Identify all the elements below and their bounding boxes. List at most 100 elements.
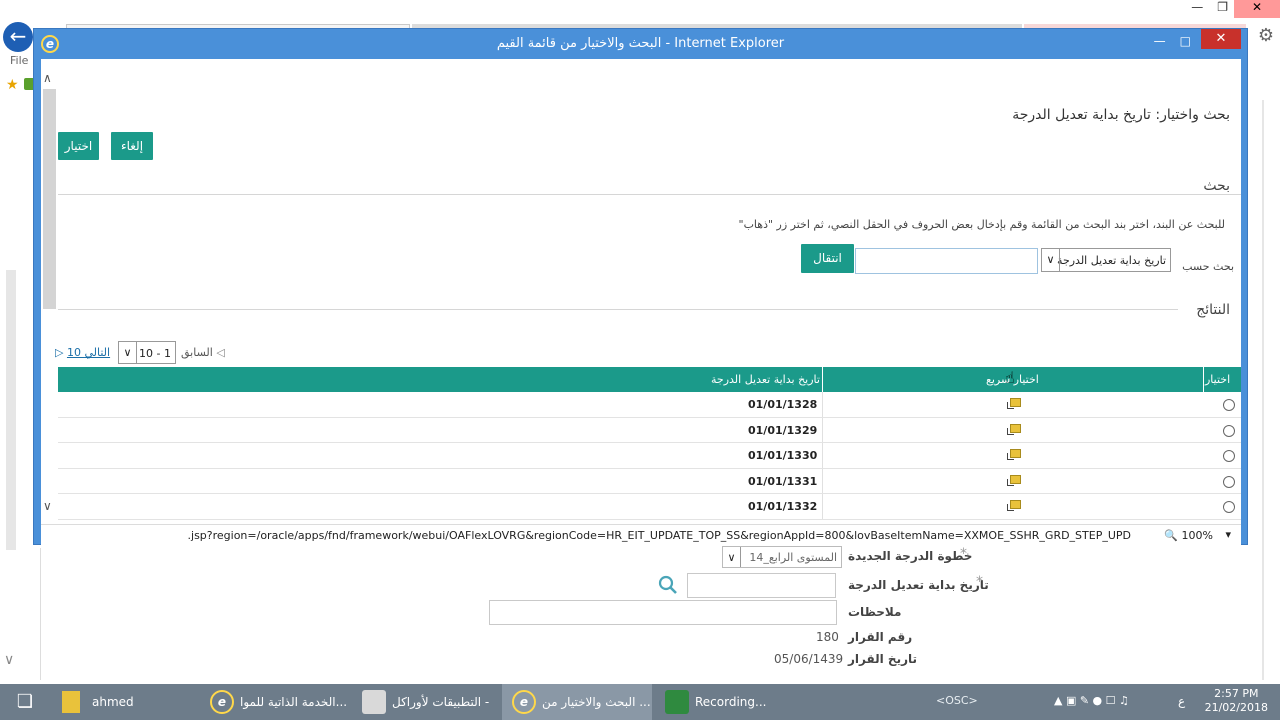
restore-icon[interactable]: ❐ xyxy=(1217,0,1228,14)
popup-window-title: البحث والاختيار من قائمة القيم - Interne… xyxy=(496,36,785,51)
divider xyxy=(58,309,1178,310)
zoom-dropdown-icon[interactable]: ▾ xyxy=(1225,528,1231,541)
taskbar-clock[interactable]: 2:57 PM 21/02/2018 xyxy=(1205,687,1268,715)
row-select-radio[interactable] xyxy=(1223,475,1235,488)
taskbar-item-folder[interactable]: ahmed xyxy=(52,684,197,720)
search-instructions: للبحث عن البند، اختر بند البحث من القائم… xyxy=(738,218,1225,231)
taskbar: ❏ ahmed e الخدمة الذاتية للموا... التطبي… xyxy=(0,684,1280,720)
table-row[interactable]: 01/01/1332 xyxy=(58,494,1241,520)
decision-number-label: رقم القرار xyxy=(848,630,913,644)
quick-select-icon[interactable] xyxy=(1007,398,1021,410)
internet-explorer-icon: e xyxy=(512,690,536,714)
row-date: 01/01/1332 xyxy=(748,500,818,513)
chevron-down-icon[interactable]: ∨ xyxy=(4,652,14,668)
table-row[interactable]: 01/01/1331 xyxy=(58,468,1241,494)
row-select-radio[interactable] xyxy=(1223,501,1235,513)
maximize-icon[interactable]: □ xyxy=(1180,29,1191,53)
bg-left-scrollbar[interactable] xyxy=(6,270,16,550)
row-select-radio[interactable] xyxy=(1223,399,1235,411)
vertical-scroll-thumb[interactable] xyxy=(43,89,56,309)
vertical-scrollbar[interactable]: ∧ ∨ xyxy=(41,59,58,524)
bg-close-icon[interactable]: ✕ xyxy=(1234,0,1280,18)
taskbar-item-ie-1[interactable]: e الخدمة الذاتية للموا... xyxy=(200,684,350,720)
popup-content: ∧ ∨ بحث واختيار: تاريخ بداية تعديل الدرج… xyxy=(41,59,1241,524)
chevron-down-icon: ∨ xyxy=(723,547,741,567)
zoom-level[interactable]: 🔍 100% xyxy=(1164,529,1213,542)
bg-frame-edge xyxy=(40,548,41,680)
table-row[interactable]: 01/01/1330 xyxy=(58,443,1241,469)
taskbar-item-recorder[interactable]: Recording... xyxy=(655,684,805,720)
quick-select-icon[interactable] xyxy=(1007,449,1021,461)
go-button[interactable]: انتقال xyxy=(801,244,854,273)
search-icon[interactable] xyxy=(658,575,678,595)
quick-select-icon[interactable] xyxy=(1007,474,1021,487)
menu-file[interactable]: File xyxy=(10,54,28,67)
row-select-radio[interactable] xyxy=(1223,424,1235,437)
windows-start-icon[interactable]: ❏ xyxy=(0,684,50,720)
lov-popup-window: e البحث والاختيار من قائمة القيم - Inter… xyxy=(33,28,1248,545)
pager-next[interactable]: ▷ 10 التالي xyxy=(55,346,110,359)
favorites-star-icon[interactable]: ★ xyxy=(6,77,19,93)
notes-row: ملاحظات xyxy=(848,605,901,619)
page-title: بحث واختيار: تاريخ بداية تعديل الدرجة xyxy=(1012,107,1230,123)
bg-right-edge xyxy=(1262,100,1264,680)
required-asterisk: * xyxy=(960,546,967,562)
popup-window-controls: — □ xyxy=(1154,29,1191,53)
quick-select-icon[interactable] xyxy=(1007,423,1021,436)
tray-icons[interactable]: ▲ ▣ ✎ ● ☐ ♫ xyxy=(1054,694,1129,707)
decision-date-row: تاريخ القرار xyxy=(848,652,917,666)
results-table-body: 01/01/1328 01/01/1329 01/01/1330 01/01/1… xyxy=(58,392,1241,520)
internet-explorer-icon: e xyxy=(41,35,59,53)
scroll-up-icon[interactable]: ∧ xyxy=(43,71,52,85)
table-row[interactable]: 01/01/1329 xyxy=(58,417,1241,443)
taskbar-item-ie-2[interactable]: e البحث والاختيار من ... xyxy=(502,684,652,720)
java-icon xyxy=(362,690,386,714)
search-by-select[interactable]: تاريخ بداية تعديل الدرجة ∨ xyxy=(1041,248,1171,272)
close-icon[interactable]: ✕ xyxy=(1201,29,1241,49)
scroll-down-icon[interactable]: ∨ xyxy=(43,499,52,513)
next-arrow-icon: ▷ xyxy=(55,346,64,359)
taskbar-osc[interactable]: <OSC> xyxy=(936,694,978,707)
new-grade-step-select[interactable]: المستوى الرابع_14 ∨ xyxy=(722,546,842,568)
cancel-button[interactable]: إلغاء xyxy=(111,132,153,160)
results-table-header: تاريخ بداية تعديل الدرجة اختيار سريع اخت… xyxy=(58,367,1241,392)
minimize-icon[interactable]: — xyxy=(1154,29,1166,53)
new-grade-step-row: خطوة الدرجة الجديدة xyxy=(848,549,972,563)
taskbar-item-java[interactable]: التطبيقات لأوراكل - ... xyxy=(352,684,500,720)
pager-previous[interactable]: السابق ◁ xyxy=(181,346,225,359)
header-grade-start-date[interactable]: تاريخ بداية تعديل الدرجة xyxy=(711,373,820,386)
table-row[interactable]: 01/01/1328 xyxy=(58,392,1241,418)
status-bar: .jsp?region=/oracle/apps/fnd/framework/w… xyxy=(41,524,1241,545)
required-asterisk: * xyxy=(976,574,983,590)
row-date: 01/01/1329 xyxy=(748,423,818,437)
search-section-title: بحث xyxy=(1203,178,1230,194)
zoom-icon: 🔍 xyxy=(1164,529,1179,542)
select-button[interactable]: اختيار xyxy=(58,132,99,160)
header-select[interactable]: اختيار xyxy=(1205,373,1230,386)
decision-number-row: رقم القرار xyxy=(848,630,912,644)
row-select-radio[interactable] xyxy=(1223,450,1235,462)
folder-icon xyxy=(62,691,80,713)
column-divider xyxy=(822,367,823,392)
back-arrow-icon[interactable]: ← xyxy=(3,22,33,52)
camtasia-icon xyxy=(665,690,689,714)
quick-select-icon[interactable] xyxy=(1007,500,1021,512)
results-section-title: النتائج xyxy=(1196,302,1230,318)
hand-cursor-icon: ☝ xyxy=(1005,368,1015,387)
new-grade-step-label: خطوة الدرجة الجديدة xyxy=(848,549,973,563)
chevron-down-icon: ∨ xyxy=(119,342,137,363)
decision-date-value: 05/06/1439 xyxy=(774,652,844,666)
chevron-down-icon: ∨ xyxy=(1042,249,1060,271)
grade-mod-start-input[interactable] xyxy=(687,573,836,598)
minimize-icon[interactable]: — xyxy=(1191,0,1203,14)
language-indicator[interactable]: ع xyxy=(1178,694,1185,708)
pager-range-select[interactable]: 1 - 10 ∨ xyxy=(118,341,176,364)
decision-date-label: تاريخ القرار xyxy=(848,652,917,666)
bg-window-controls: — ❐ xyxy=(1191,0,1228,14)
popup-title-bar[interactable]: e البحث والاختيار من قائمة القيم - Inter… xyxy=(34,29,1247,59)
row-date: 01/01/1331 xyxy=(748,474,818,488)
notes-input[interactable] xyxy=(489,600,837,625)
row-date: 01/01/1328 xyxy=(748,398,818,411)
gear-icon[interactable]: ⚙ xyxy=(1258,25,1274,46)
search-input[interactable] xyxy=(855,248,1038,274)
